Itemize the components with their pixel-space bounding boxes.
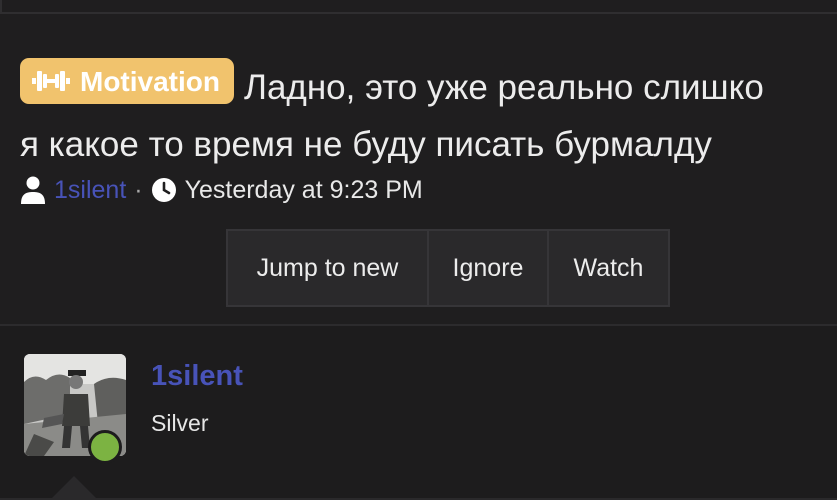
post: 1silent Silver	[0, 324, 837, 500]
thread-action-buttons: Jump to new Ignore Watch	[226, 229, 670, 307]
message-arrow-notch	[50, 476, 98, 500]
post-username[interactable]: 1silent	[151, 360, 243, 393]
thread-prefix-badge[interactable]: Motivation	[20, 58, 234, 104]
online-status-dot	[88, 430, 122, 464]
title-line-1: Ладно, это уже реально слишко	[244, 68, 764, 107]
dumbbell-icon	[32, 71, 70, 91]
thread-meta: 1silent · Yesterday at 9:23 PM	[20, 172, 423, 208]
watch-button[interactable]: Watch	[549, 231, 668, 305]
jump-to-new-button[interactable]: Jump to new	[228, 231, 429, 305]
ignore-button[interactable]: Ignore	[429, 231, 549, 305]
clock-icon	[151, 178, 176, 202]
previous-block-edge	[0, 0, 837, 14]
user-rank-title: Silver	[151, 410, 209, 436]
user-icon	[21, 176, 45, 204]
prefix-label: Motivation	[80, 65, 220, 97]
meta-separator: ·	[134, 175, 143, 204]
thread-page: Motivation Ладно, это уже реально слишко…	[0, 0, 837, 500]
title-line-2: я какое то время не буду писать бурмалду	[20, 125, 712, 164]
previous-block-border	[0, 0, 2, 12]
thread-title: Motivation Ладно, это уже реально слишко…	[20, 58, 837, 173]
thread-timestamp[interactable]: Yesterday at 9:23 PM	[185, 176, 423, 205]
thread-author-link[interactable]: 1silent	[54, 176, 126, 205]
